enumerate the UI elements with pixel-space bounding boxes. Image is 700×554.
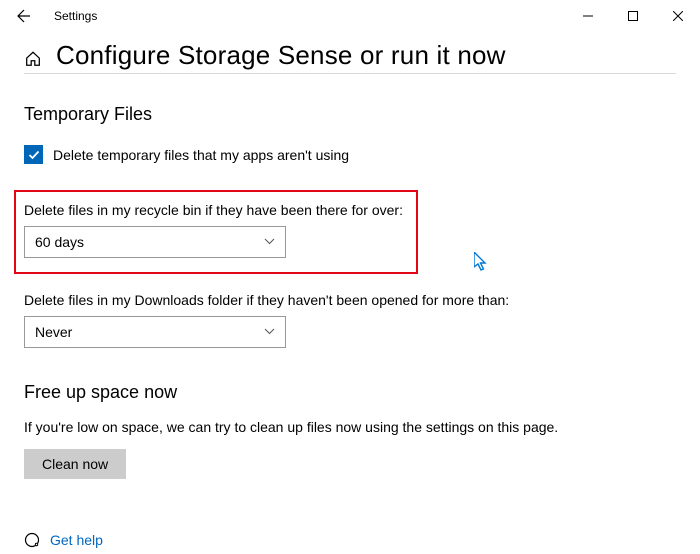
help-icon bbox=[24, 532, 40, 548]
minimize-icon bbox=[583, 11, 593, 21]
titlebar: Settings bbox=[0, 0, 700, 32]
window-controls bbox=[565, 0, 700, 32]
page-title: Configure Storage Sense or run it now bbox=[56, 40, 506, 71]
free-up-space-text: If you're low on space, we can try to cl… bbox=[24, 419, 676, 435]
clean-now-button[interactable]: Clean now bbox=[24, 449, 126, 479]
get-help-link[interactable]: Get help bbox=[50, 532, 103, 548]
window-title: Settings bbox=[54, 9, 97, 23]
chevron-down-icon bbox=[264, 326, 275, 338]
checkmark-icon bbox=[27, 148, 41, 162]
free-up-space-heading: Free up space now bbox=[24, 382, 676, 403]
recycle-bin-label: Delete files in my recycle bin if they h… bbox=[24, 202, 408, 218]
downloads-setting: Delete files in my Downloads folder if t… bbox=[24, 292, 676, 348]
home-icon[interactable] bbox=[24, 50, 42, 68]
recycle-bin-highlight: Delete files in my recycle bin if they h… bbox=[14, 190, 418, 274]
downloads-select[interactable]: Never bbox=[24, 316, 286, 348]
delete-temp-files-row[interactable]: Delete temporary files that my apps aren… bbox=[24, 145, 676, 164]
recycle-bin-select[interactable]: 60 days bbox=[24, 226, 286, 258]
delete-temp-files-checkbox[interactable] bbox=[24, 145, 43, 164]
minimize-button[interactable] bbox=[565, 0, 610, 32]
temporary-files-heading: Temporary Files bbox=[24, 104, 676, 125]
chevron-down-icon bbox=[264, 236, 275, 248]
close-button[interactable] bbox=[655, 0, 700, 32]
delete-temp-files-label: Delete temporary files that my apps aren… bbox=[53, 147, 349, 163]
back-arrow-icon bbox=[16, 8, 32, 24]
recycle-bin-value: 60 days bbox=[35, 234, 84, 250]
maximize-button[interactable] bbox=[610, 0, 655, 32]
get-help-row[interactable]: Get help bbox=[24, 532, 103, 548]
back-button[interactable] bbox=[0, 0, 48, 32]
maximize-icon bbox=[628, 11, 638, 21]
downloads-value: Never bbox=[35, 324, 72, 340]
page-header: Configure Storage Sense or run it now bbox=[24, 40, 676, 74]
downloads-label: Delete files in my Downloads folder if t… bbox=[24, 292, 676, 308]
close-icon bbox=[673, 11, 683, 21]
content-area: Configure Storage Sense or run it now Te… bbox=[0, 32, 700, 479]
